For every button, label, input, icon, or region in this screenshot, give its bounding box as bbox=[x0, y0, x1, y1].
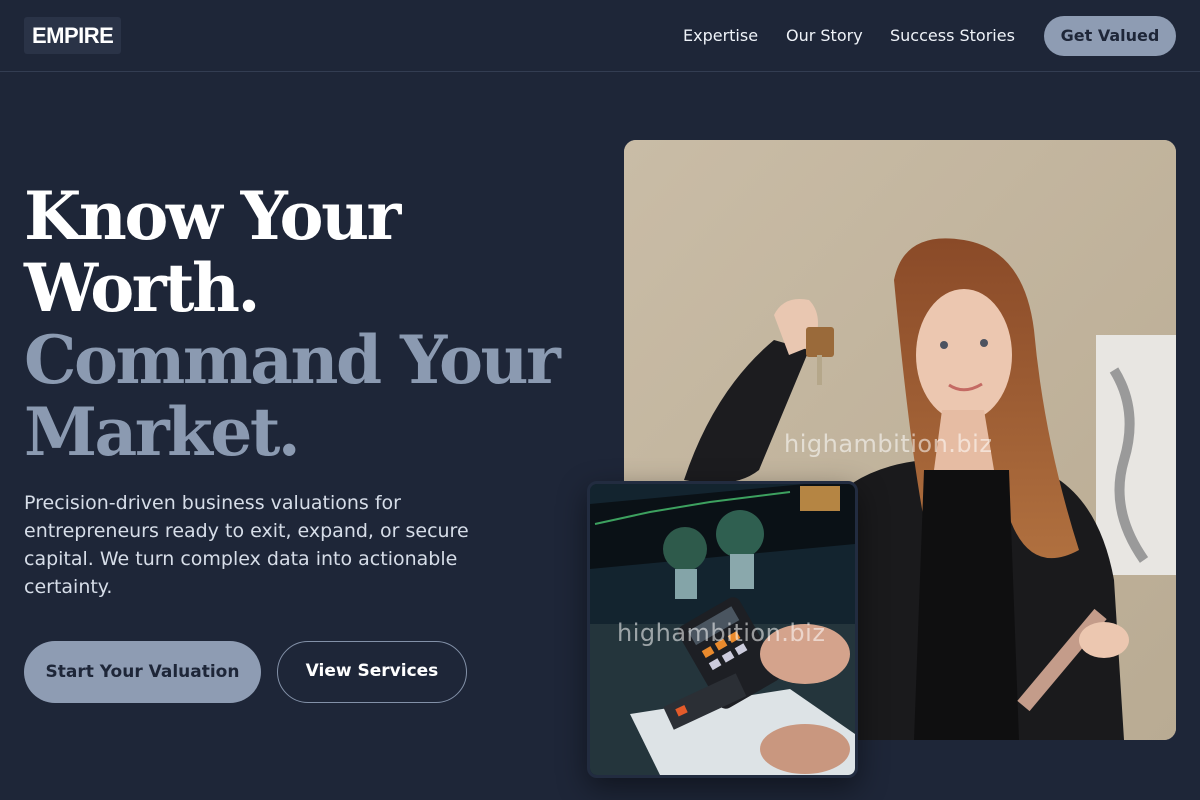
hero-secondary-photo: highambition.biz bbox=[587, 481, 858, 778]
nav-link-expertise[interactable]: Expertise bbox=[683, 25, 758, 47]
nav-link-success-stories[interactable]: Success Stories bbox=[890, 25, 1015, 47]
nav-link-our-story[interactable]: Our Story bbox=[786, 25, 863, 47]
hero-description: Precision-driven business valuations for… bbox=[24, 492, 469, 598]
headline-line-2: Worth. bbox=[24, 249, 260, 327]
main-photo-watermark: highambition.biz bbox=[784, 430, 993, 458]
start-valuation-button[interactable]: Start Your Valuation bbox=[24, 641, 261, 703]
headline-line-3: Command Your bbox=[24, 321, 561, 399]
view-services-button[interactable]: View Services bbox=[277, 641, 467, 703]
headline-line-4: Market. bbox=[24, 393, 301, 471]
headline-line-1: Know Your bbox=[24, 177, 401, 255]
hero-headline: Know Your Worth. Command Your Market. bbox=[24, 177, 561, 471]
top-navigation: EMPIRE Expertise Our Story Success Stori… bbox=[0, 0, 1200, 72]
brand-logo[interactable]: EMPIRE bbox=[24, 17, 122, 54]
secondary-photo-watermark: highambition.biz bbox=[617, 619, 826, 647]
get-valued-button[interactable]: Get Valued bbox=[1044, 16, 1176, 56]
